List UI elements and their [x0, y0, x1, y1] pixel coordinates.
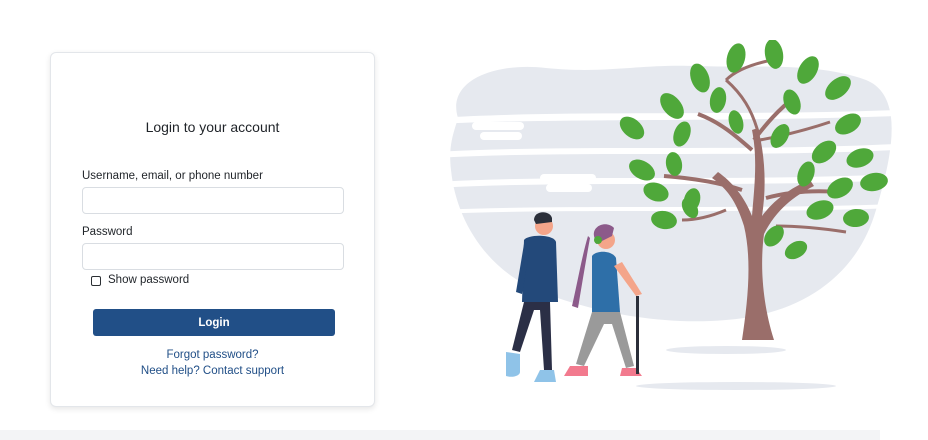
- card-title: Login to your account: [145, 119, 280, 135]
- username-label: Username, email, or phone number: [82, 170, 263, 182]
- login-page: Login to your account Username, email, o…: [0, 0, 928, 440]
- password-input[interactable]: [82, 243, 344, 270]
- username-input[interactable]: [82, 187, 344, 214]
- show-password-checkbox[interactable]: [91, 276, 101, 286]
- login-card: Login to your account Username, email, o…: [50, 52, 375, 407]
- forgot-password-link[interactable]: Forgot password?: [51, 349, 374, 361]
- password-label: Password: [82, 226, 133, 238]
- couple-walking-under-tree-illustration: [436, 40, 896, 390]
- contact-support-link[interactable]: Need help? Contact support: [51, 365, 374, 377]
- show-password-label[interactable]: Show password: [108, 274, 189, 286]
- login-button[interactable]: Login: [93, 309, 335, 336]
- page-footer-strip: [0, 430, 880, 440]
